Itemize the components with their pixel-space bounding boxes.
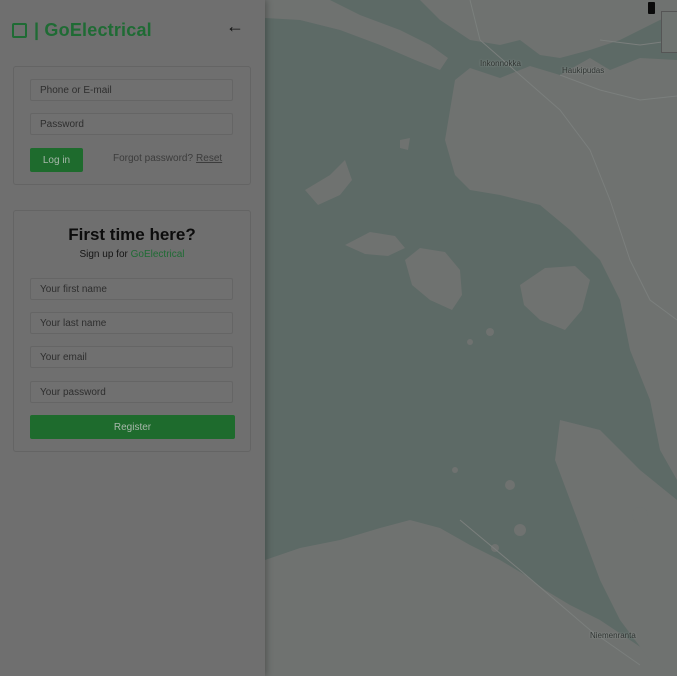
signup-subtitle-prefix: Sign up for	[79, 249, 131, 260]
signup-title: First time here?	[68, 225, 196, 244]
forgot-password-text: Forgot password?	[113, 153, 194, 164]
brand-name: | GoElectrical	[34, 19, 152, 40]
signup-brand-link[interactable]: GoElectrical	[131, 249, 185, 260]
map-zoom-control[interactable]	[661, 11, 677, 53]
forgot-password: Forgot password? Reset	[113, 153, 222, 164]
map-label-inkonnokka: Inkonnokka	[480, 59, 521, 68]
brand-header: | GoElectrical	[12, 18, 252, 42]
login-button[interactable]: Log in	[30, 148, 83, 172]
side-panel: | GoElectrical ← Log in Forgot password?…	[0, 0, 265, 676]
signup-subtitle: Sign up for GoElectrical	[14, 249, 250, 260]
first-name-input[interactable]	[30, 278, 233, 300]
map-label-niemenranta: Niemenranta	[590, 631, 636, 640]
back-arrow-icon[interactable]: ←	[224, 16, 246, 36]
charger-marker-icon[interactable]	[648, 2, 655, 14]
signup-card: First time here? Sign up for GoElectrica…	[13, 210, 251, 452]
signup-password-input[interactable]	[30, 381, 233, 403]
reset-password-link[interactable]: Reset	[196, 153, 222, 164]
email-input[interactable]	[30, 346, 233, 368]
map-label-haukipudas: Haukipudas	[562, 66, 605, 75]
phone-or-email-input[interactable]	[30, 79, 233, 101]
password-input[interactable]	[30, 113, 233, 135]
register-button[interactable]: Register	[30, 415, 235, 439]
login-card: Log in Forgot password?Reset	[13, 66, 251, 185]
brand-logo-icon	[12, 22, 27, 38]
last-name-input[interactable]	[30, 312, 233, 334]
